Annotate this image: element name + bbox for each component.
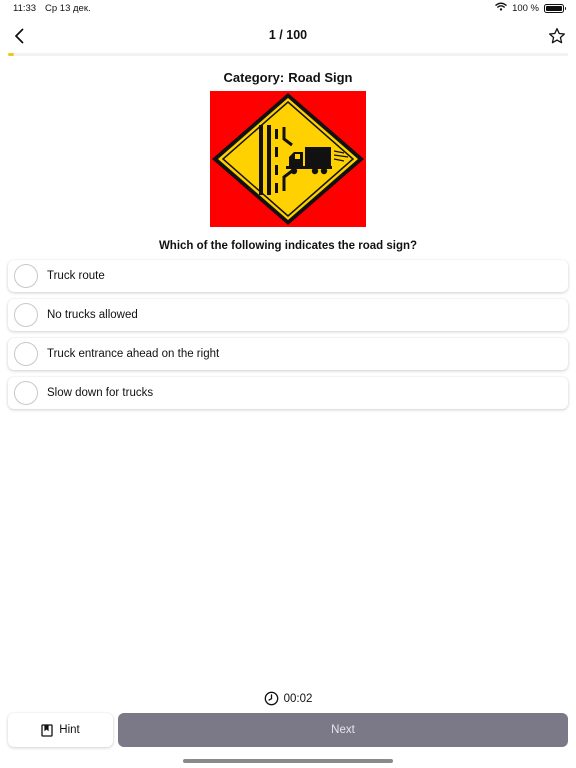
quiz-screen: 11:33 Ср 13 дек. 100 % 1 / 100 Category:… <box>0 0 576 768</box>
status-bar: 11:33 Ср 13 дек. 100 % <box>0 0 576 18</box>
category-label: Category: <box>223 70 285 85</box>
progress-fill <box>8 53 14 56</box>
answer-label: Truck entrance ahead on the right <box>47 348 220 360</box>
status-indicators: 100 % <box>495 2 566 14</box>
timer-value: 00:02 <box>283 692 313 705</box>
battery-icon <box>544 3 566 13</box>
road-sign-image <box>210 91 366 227</box>
question-counter: 1 / 100 <box>268 28 308 42</box>
answer-option-2[interactable]: No trucks allowed <box>8 299 568 331</box>
wifi-icon <box>495 2 507 14</box>
battery-fill <box>546 5 562 11</box>
home-indicator <box>183 759 393 763</box>
radio-circle[interactable] <box>14 381 38 405</box>
bookmark-icon <box>41 723 53 737</box>
favorite-button[interactable] <box>544 23 570 49</box>
answer-option-3[interactable]: Truck entrance ahead on the right <box>8 338 568 370</box>
answer-label: Slow down for trucks <box>47 387 154 399</box>
progress-bar <box>8 53 568 56</box>
status-date: Ср 13 дек. <box>45 3 91 14</box>
radio-circle[interactable] <box>14 303 38 327</box>
status-time: 11:33 <box>13 3 37 14</box>
star-outline-icon <box>549 28 565 44</box>
radio-circle[interactable] <box>14 264 38 288</box>
answer-option-1[interactable]: Truck route <box>8 260 568 292</box>
answer-label: No trucks allowed <box>47 309 138 321</box>
battery-percent: 100 % <box>512 2 539 14</box>
answer-options: Truck route No trucks allowed Truck entr… <box>8 260 568 416</box>
radio-circle[interactable] <box>14 342 38 366</box>
question-text: Which of the following indicates the roa… <box>158 240 418 252</box>
category-heading: Category: Road Sign <box>0 70 576 85</box>
answer-option-4[interactable]: Slow down for trucks <box>8 377 568 409</box>
clock-icon <box>264 691 278 706</box>
next-label: Next <box>331 724 355 736</box>
truck-warning-sign-icon <box>212 93 364 225</box>
hint-button[interactable]: Hint <box>8 713 113 747</box>
nav-bar: 1 / 100 <box>0 20 576 52</box>
hint-label: Hint <box>59 724 80 736</box>
timer: 00:02 <box>0 691 576 706</box>
next-button[interactable]: Next <box>118 713 568 747</box>
answer-label: Truck route <box>47 270 105 282</box>
category-name: Road Sign <box>288 70 353 85</box>
